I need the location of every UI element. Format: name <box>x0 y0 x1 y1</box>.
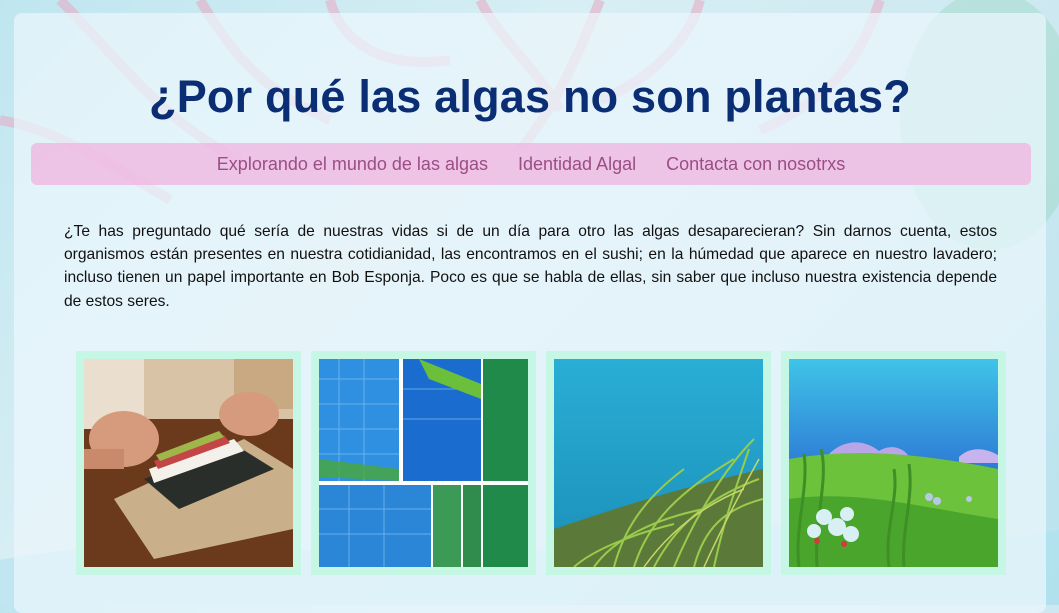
nav-link-contacta[interactable]: Contacta con nosotrxs <box>666 154 845 175</box>
gallery-item-seagrass <box>546 351 771 575</box>
nav-link-identidad[interactable]: Identidad Algal <box>518 154 636 175</box>
sushi-photo <box>84 359 293 567</box>
content-card: ¿Por qué las algas no son plantas? Explo… <box>14 13 1046 613</box>
gallery-item-sushi <box>76 351 301 575</box>
main-nav: Explorando el mundo de las algas Identid… <box>31 143 1031 185</box>
intro-paragraph: ¿Te has preguntado qué sería de nuestras… <box>64 223 997 310</box>
nav-link-explorando[interactable]: Explorando el mundo de las algas <box>217 154 488 175</box>
page-title: ¿Por qué las algas no son plantas? <box>149 71 911 122</box>
gallery-item-cartoon <box>781 351 1006 575</box>
cartoon-seabed-photo <box>789 359 998 567</box>
algae-tiles-photo <box>319 359 528 567</box>
gallery-item-tiles <box>311 351 536 575</box>
underwater-seagrass-photo <box>554 359 763 567</box>
image-gallery <box>76 351 1006 575</box>
